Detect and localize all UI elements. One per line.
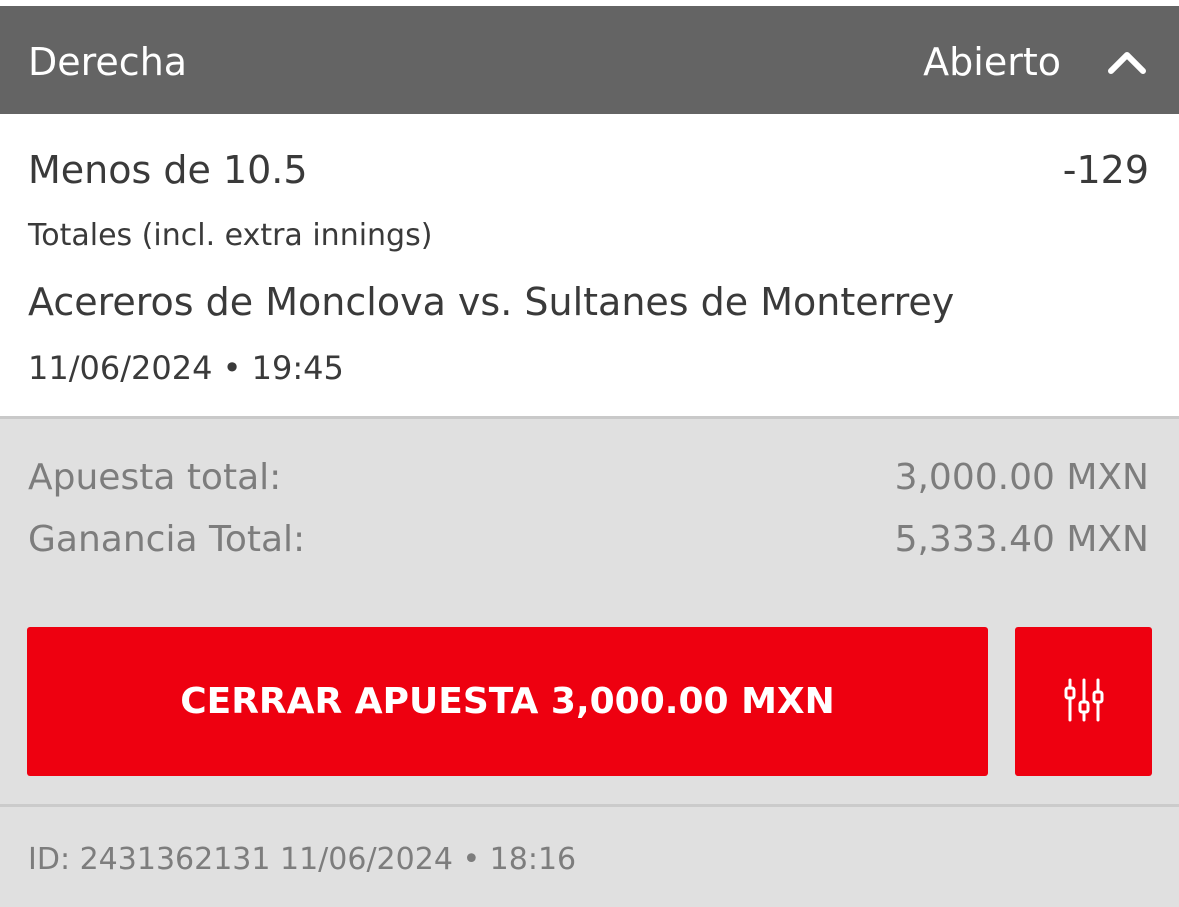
market-name: Totales (incl. extra innings) <box>28 218 433 253</box>
cashout-button[interactable]: CERRAR APUESTA 3,000.00 MXN <box>27 627 988 776</box>
collapse-toggle[interactable]: Abierto <box>923 36 1149 88</box>
stake-label: Apuesta total: <box>28 457 282 498</box>
potential-win-row: Ganancia Total: 5,333.40 MXN <box>28 518 1149 562</box>
chevron-up-icon[interactable] <box>1105 47 1149 77</box>
potential-win-value: 5,333.40 MXN <box>894 519 1149 560</box>
bet-header[interactable]: Derecha Abierto <box>0 6 1179 114</box>
cashout-button-label: CERRAR APUESTA 3,000.00 MXN <box>180 681 835 722</box>
stake-value: 3,000.00 MXN <box>894 457 1149 498</box>
bet-details: Menos de 10.5 -129 Totales (incl. extra … <box>0 114 1179 416</box>
divider <box>0 416 1179 419</box>
cashout-settings-button[interactable] <box>1015 627 1152 776</box>
bet-id: ID: 2431362131 11/06/2024 • 18:16 <box>28 842 577 877</box>
event-datetime: 11/06/2024 • 19:45 <box>28 349 344 387</box>
stake-row: Apuesta total: 3,000.00 MXN <box>28 456 1149 500</box>
bet-card: Derecha Abierto Menos de 10.5 -129 Total… <box>0 0 1179 907</box>
odds-value: -129 <box>1062 148 1149 192</box>
divider <box>0 804 1179 807</box>
potential-win-label: Ganancia Total: <box>28 519 306 560</box>
selection-label: Menos de 10.5 <box>28 148 308 192</box>
bet-status: Abierto <box>923 40 1061 84</box>
match-name: Acereros de Monclova vs. Sultanes de Mon… <box>28 280 955 324</box>
bet-type-title: Derecha <box>28 40 188 84</box>
sliders-icon <box>1062 676 1106 728</box>
